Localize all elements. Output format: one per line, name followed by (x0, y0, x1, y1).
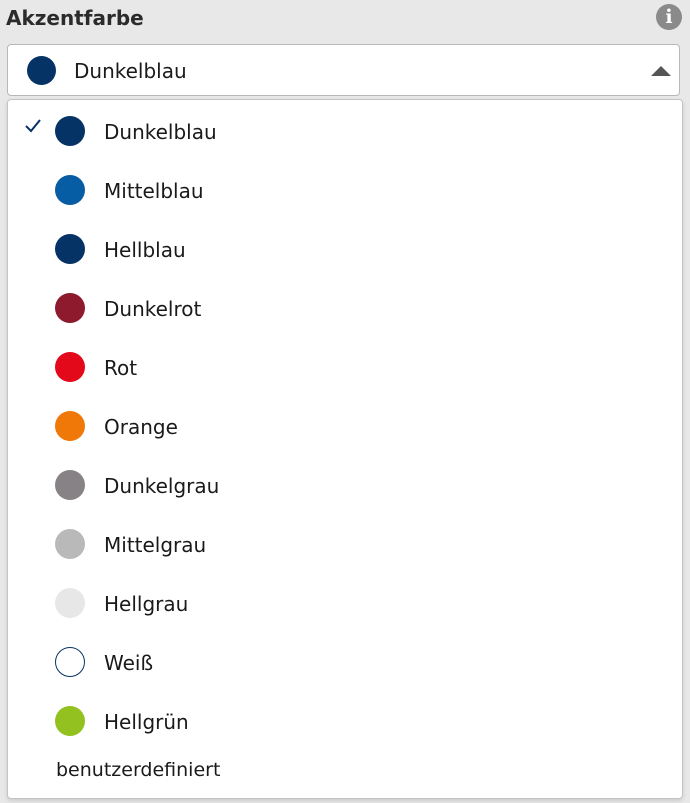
custom-color-option[interactable]: benutzerdefiniert (8, 749, 682, 795)
checkmark-icon (25, 119, 41, 133)
color-swatch (55, 588, 85, 618)
color-option[interactable]: Mittelblau (8, 159, 682, 218)
color-option-label: Orange (104, 415, 178, 439)
color-option-label: Hellblau (104, 238, 186, 262)
color-option-label: Dunkelrot (104, 297, 202, 321)
color-option[interactable]: Dunkelrot (8, 277, 682, 336)
color-option[interactable]: Rot (8, 336, 682, 395)
color-option-label: Dunkelgrau (104, 474, 220, 498)
color-swatch (55, 706, 85, 736)
color-option[interactable]: Dunkelblau (8, 100, 682, 159)
color-swatch (55, 411, 85, 441)
color-option-label: Rot (104, 356, 138, 380)
color-swatch (55, 470, 85, 500)
accent-color-select[interactable]: Dunkelblau (7, 44, 680, 96)
field-label: Akzentfarbe (6, 6, 144, 30)
custom-color-label: benutzerdefiniert (56, 759, 221, 781)
color-option[interactable]: Weiß (8, 631, 682, 690)
color-option-label: Dunkelblau (104, 120, 217, 144)
color-options-dropdown: Dunkelblau Mittelblau Hellblau Dunkelrot Rot… (7, 99, 683, 799)
color-option[interactable]: Hellgrün (8, 690, 682, 749)
color-swatch (55, 529, 85, 559)
color-option[interactable]: Dunkelgrau (8, 454, 682, 513)
color-option-label: Mittelgrau (104, 533, 207, 557)
color-swatch (55, 175, 85, 205)
color-swatch (55, 293, 85, 323)
color-option[interactable]: Hellblau (8, 218, 682, 277)
color-option[interactable]: Hellgrau (8, 572, 682, 631)
info-icon[interactable]: i (656, 4, 682, 30)
color-option-label: Hellgrün (104, 710, 189, 734)
color-option-label: Weiß (104, 651, 154, 675)
color-option-label: Mittelblau (104, 179, 204, 203)
color-swatch (55, 234, 85, 264)
selected-color-swatch (27, 56, 56, 85)
color-option[interactable]: Mittelgrau (8, 513, 682, 572)
color-option[interactable]: Orange (8, 395, 682, 454)
select-value: Dunkelblau (74, 59, 187, 83)
color-swatch (55, 352, 85, 382)
caret-up-icon[interactable] (651, 66, 671, 76)
color-swatch (55, 647, 85, 677)
color-swatch (55, 116, 85, 146)
color-option-label: Hellgrau (104, 592, 189, 616)
